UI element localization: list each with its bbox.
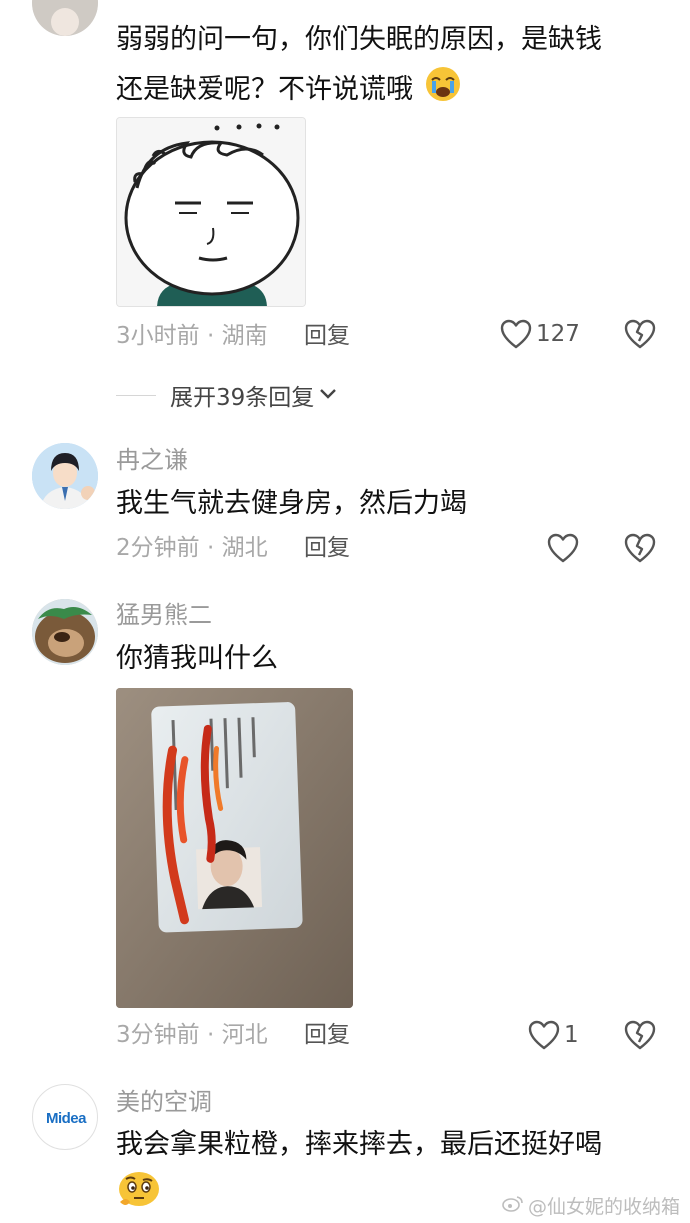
midea-logo: Midea — [45, 1109, 87, 1127]
heart-icon — [547, 533, 579, 563]
heart-icon — [500, 319, 532, 349]
comment-meta: 2分钟前 · 湖北 — [116, 535, 268, 561]
username[interactable]: 猛男熊二 — [116, 599, 212, 631]
like-button[interactable] — [547, 533, 579, 563]
comment-text: 我会拿果粒橙，摔来摔去，最后还挺好喝 — [116, 1129, 602, 1160]
username[interactable]: 冉之谦 — [116, 444, 188, 476]
comment-text: 弱弱的问一句，你们失眠的原因，是缺钱 — [116, 24, 602, 55]
id-card-photo[interactable] — [116, 688, 353, 1008]
comment-text: 我生气就去健身房，然后力竭 — [116, 488, 467, 519]
dislike-button[interactable] — [624, 1020, 656, 1054]
reply-button[interactable]: 回复 — [304, 532, 350, 564]
comment-text: 你猜我叫什么 — [116, 643, 278, 674]
dislike-button[interactable] — [624, 319, 656, 353]
username[interactable]: 美的空调 — [116, 1086, 212, 1118]
crying-face-emoji — [424, 65, 462, 116]
thinking-face-emoji — [116, 1168, 162, 1214]
weibo-icon — [502, 1194, 524, 1217]
meme-face-image[interactable] — [116, 117, 306, 307]
like-count: 127 — [536, 321, 580, 347]
broken-heart-icon — [624, 1020, 656, 1054]
like-button[interactable]: 127 — [500, 319, 580, 349]
expand-replies-label: 展开39条回复 — [170, 385, 315, 411]
chevron-down-icon — [318, 386, 338, 405]
avatar[interactable] — [32, 0, 98, 36]
avatar[interactable] — [32, 443, 98, 509]
like-button[interactable]: 1 — [528, 1020, 579, 1050]
broken-heart-icon — [624, 319, 656, 353]
expand-replies[interactable]: 展开39条回复 — [116, 378, 338, 412]
avatar[interactable] — [32, 599, 98, 665]
reply-button[interactable]: 回复 — [304, 1019, 350, 1051]
reply-button[interactable]: 回复 — [304, 320, 350, 352]
avatar[interactable]: Midea — [32, 1084, 98, 1150]
comment-meta: 3分钟前 · 河北 — [116, 1022, 268, 1048]
heart-icon — [528, 1020, 560, 1050]
watermark: @仙女妮的收纳箱 — [502, 1192, 680, 1219]
like-count: 1 — [564, 1022, 579, 1048]
divider — [116, 394, 156, 396]
comment-meta: 3小时前 · 湖南 — [116, 323, 268, 349]
comment-text: 还是缺爱呢？不许说谎哦 — [116, 65, 462, 116]
broken-heart-icon — [624, 533, 656, 567]
dislike-button[interactable] — [624, 533, 656, 567]
